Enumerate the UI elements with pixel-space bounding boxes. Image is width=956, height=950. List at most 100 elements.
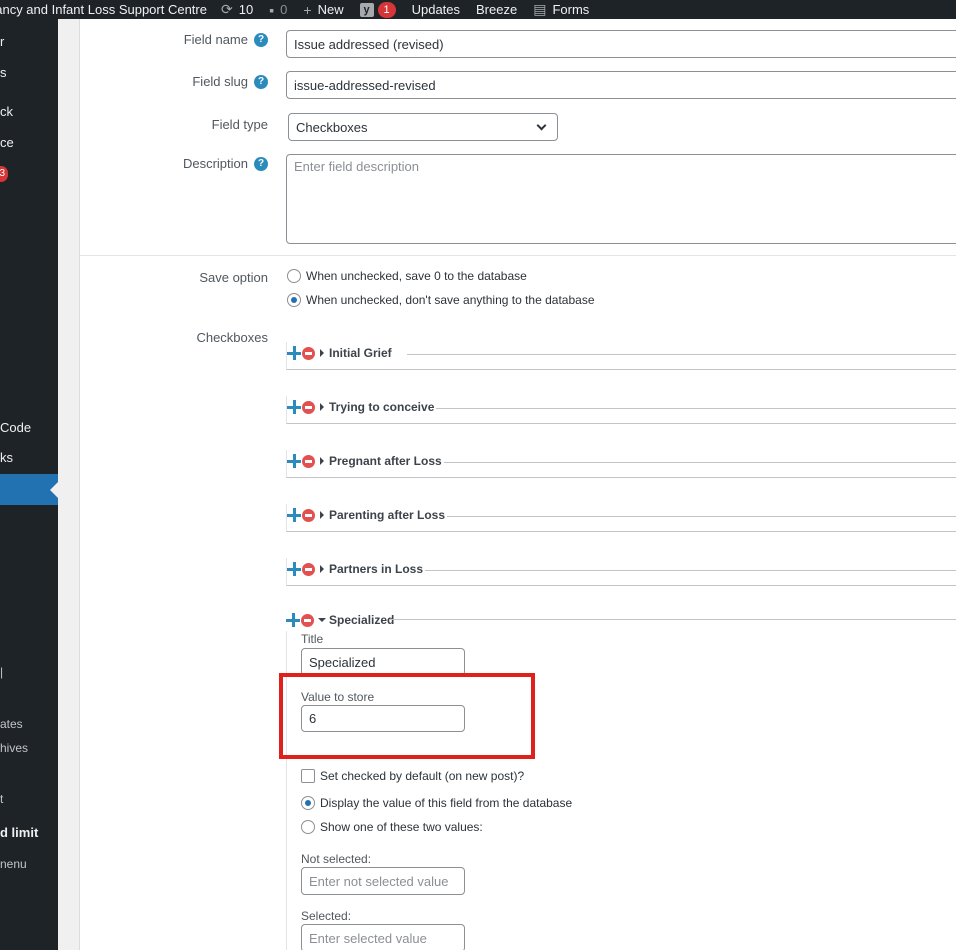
updates-menu[interactable]: Updates (412, 0, 460, 19)
breeze-label: Breeze (476, 2, 518, 17)
expand-arrow-icon[interactable] (320, 511, 324, 519)
sidebar-item[interactable]: ks (0, 450, 13, 465)
field-slug-input[interactable]: issue-addressed-revised (286, 71, 956, 99)
save-option-zero[interactable]: When unchecked, save 0 to the database (287, 269, 527, 283)
comments-count: 0 (280, 2, 288, 17)
collapse-menu-item[interactable]: nenu (0, 857, 27, 871)
row-divider (390, 619, 956, 620)
option-title-input[interactable]: Specialized (301, 648, 465, 676)
checkbox-option-row: Pregnant after Loss (286, 450, 956, 478)
option-header[interactable]: Pregnant after Loss (287, 454, 444, 468)
display-db-value-option[interactable]: Display the value of this field from the… (301, 796, 572, 810)
collapse-arrow-icon[interactable] (318, 618, 326, 622)
breeze-menu[interactable]: Breeze (476, 0, 517, 19)
move-icon[interactable] (286, 613, 300, 627)
field-slug-label: Field slug? (192, 74, 268, 89)
sidebar-item[interactable]: ates (0, 717, 23, 731)
updates-link[interactable]: ⟳ 10 (221, 0, 253, 19)
field-type-select[interactable]: Checkboxes (288, 113, 558, 141)
checkbox-option-row: Initial Grief (286, 342, 956, 370)
sidebar-item[interactable]: t (0, 792, 3, 806)
checkbox[interactable] (301, 769, 315, 783)
expand-arrow-icon[interactable] (320, 565, 324, 573)
field-type-label: Field type (212, 117, 268, 132)
option-header[interactable]: Parenting after Loss (287, 508, 448, 522)
divider (80, 255, 956, 256)
forms-label: Forms (552, 2, 590, 17)
description-textarea[interactable]: Enter field description (286, 154, 956, 244)
sidebar-count-badge: 3 (0, 166, 8, 182)
option-title[interactable]: Trying to conceive (329, 400, 434, 414)
refresh-icon: ⟳ (220, 1, 233, 17)
help-icon[interactable]: ? (254, 32, 268, 47)
radio-button[interactable] (301, 820, 315, 834)
option-header[interactable]: Trying to conceive (287, 400, 437, 414)
option-title[interactable]: Parenting after Loss (329, 508, 445, 522)
delete-icon[interactable] (302, 400, 315, 414)
help-icon[interactable]: ? (254, 74, 268, 89)
sidebar-item[interactable]: r (0, 34, 4, 49)
move-icon[interactable] (287, 562, 301, 576)
field-type-label-text: Field type (211, 117, 268, 132)
checkboxes-label-text: Checkboxes (196, 330, 268, 345)
sidebar-item[interactable]: s (0, 65, 7, 80)
delete-icon[interactable] (302, 508, 315, 522)
expand-arrow-icon[interactable] (320, 403, 324, 411)
field-settings-panel: Field name? Issue addressed (revised) Fi… (79, 19, 956, 950)
admin-bar: nancy and Infant Loss Support Centre ⟳ 10… (0, 0, 956, 19)
new-content-link[interactable]: + New (303, 0, 343, 19)
checkbox-option-row: Partners in Loss (286, 558, 956, 586)
row-divider (432, 408, 956, 409)
save-option-nothing[interactable]: When unchecked, don't save anything to t… (287, 293, 595, 307)
option-title[interactable]: Partners in Loss (329, 562, 423, 576)
admin-sidebar: r s ck ce 3 Code ks | ates hives t d lim… (0, 19, 58, 950)
selected-input[interactable]: Enter selected value (301, 924, 465, 950)
save-option-label: Save option (199, 270, 268, 285)
delete-icon[interactable] (302, 346, 315, 360)
move-icon[interactable] (287, 346, 301, 360)
move-icon[interactable] (287, 508, 301, 522)
display-db-value-label: Display the value of this field from the… (320, 796, 573, 810)
comments-link[interactable]: ▪ 0 (269, 0, 287, 19)
checkbox-option-row: Parenting after Loss (286, 504, 956, 532)
option-title[interactable]: Pregnant after Loss (329, 454, 442, 468)
sidebar-item-active[interactable] (0, 474, 58, 505)
sidebar-item[interactable]: ck (0, 104, 13, 119)
move-icon[interactable] (287, 454, 301, 468)
comment-icon: ▪ (269, 1, 275, 18)
delete-icon[interactable] (302, 562, 315, 576)
site-title: nancy and Infant Loss Support Centre (0, 2, 207, 17)
sidebar-item[interactable]: hives (0, 741, 28, 755)
option-header[interactable]: Partners in Loss (287, 562, 426, 576)
delete-icon[interactable] (301, 613, 314, 627)
option-header[interactable]: Initial Grief (287, 346, 394, 360)
main-content: Field name? Issue addressed (revised) Fi… (58, 19, 956, 950)
new-label: New (317, 2, 344, 17)
help-icon[interactable]: ? (254, 156, 268, 171)
expanded-option-header[interactable]: Specialized (286, 613, 397, 627)
radio-button[interactable] (287, 269, 301, 283)
default-checked-option[interactable]: Set checked by default (on new post)? (301, 769, 524, 783)
radio-button-selected[interactable] (287, 293, 301, 307)
expand-arrow-icon[interactable] (320, 349, 324, 357)
show-two-values-option[interactable]: Show one of these two values: (301, 820, 483, 834)
sidebar-item[interactable]: ce (0, 135, 14, 150)
field-slug-label-text: Field slug (192, 74, 248, 89)
site-title-link[interactable]: nancy and Infant Loss Support Centre (0, 0, 207, 19)
sidebar-item[interactable]: d limit (0, 825, 38, 840)
expand-arrow-icon[interactable] (320, 457, 324, 465)
field-name-input[interactable]: Issue addressed (revised) (286, 30, 956, 58)
sidebar-item[interactable]: | (0, 665, 3, 679)
option-title[interactable]: Initial Grief (329, 346, 392, 360)
option-title[interactable]: Specialized (329, 613, 394, 627)
field-name-label-text: Field name (183, 32, 248, 47)
radio-button-selected[interactable] (301, 796, 315, 810)
save-option-zero-label: When unchecked, save 0 to the database (306, 269, 527, 283)
delete-icon[interactable] (302, 454, 315, 468)
save-option-nothing-label: When unchecked, don't save anything to t… (306, 293, 595, 307)
sidebar-item[interactable]: Code (0, 420, 31, 435)
yoast-link[interactable]: y1 (359, 0, 396, 19)
move-icon[interactable] (287, 400, 301, 414)
forms-menu[interactable]: ▤ Forms (533, 0, 589, 19)
not-selected-input[interactable]: Enter not selected value (301, 867, 465, 895)
